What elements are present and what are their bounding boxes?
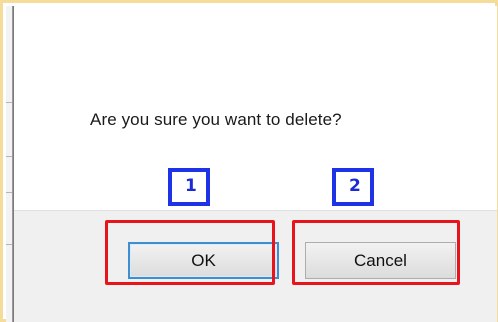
background-gridline xyxy=(6,156,12,157)
background-window-edge xyxy=(6,6,13,322)
cancel-highlight-box xyxy=(292,220,460,285)
background-gridline xyxy=(6,102,12,103)
annotation-badge-1: 1 xyxy=(168,168,210,206)
annotation-badge-2: 2 xyxy=(332,168,374,206)
dialog-message: Are you sure you want to delete? xyxy=(90,110,342,129)
ok-highlight-box xyxy=(105,220,275,285)
background-gridline xyxy=(6,192,12,193)
background-gridline xyxy=(6,244,12,245)
